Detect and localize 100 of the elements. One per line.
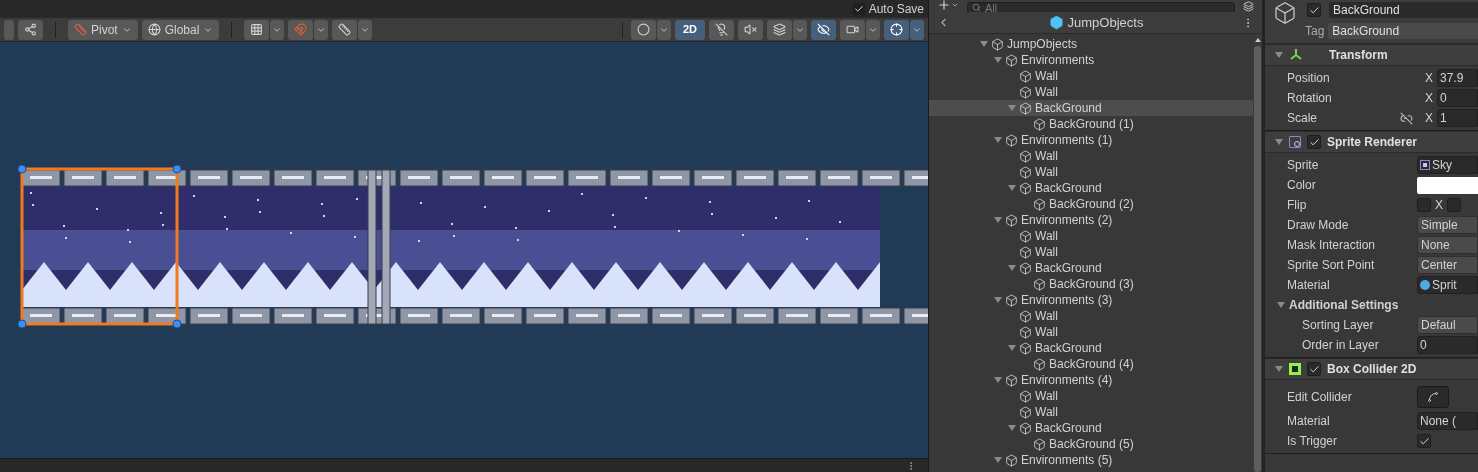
grid-button[interactable] xyxy=(244,19,270,40)
camera-toggle[interactable] xyxy=(840,19,865,40)
expanded-arrow-icon[interactable] xyxy=(994,217,1002,223)
search-icon xyxy=(972,3,981,12)
value-field[interactable]: 1 xyxy=(1437,109,1478,127)
effects-toggle[interactable] xyxy=(767,19,792,40)
hierarchy-row[interactable]: BackGround xyxy=(929,340,1253,356)
cube-icon xyxy=(1033,117,1046,131)
hierarchy-row[interactable]: Wall xyxy=(929,68,1253,84)
hierarchy-row[interactable]: Environments (4) xyxy=(929,372,1253,388)
hierarchy-row[interactable]: Wall xyxy=(929,148,1253,164)
shading-button[interactable] xyxy=(630,19,656,40)
hierarchy-row[interactable]: Environments (1) xyxy=(929,132,1253,148)
hierarchy-row[interactable]: Wall xyxy=(929,404,1253,420)
ruler-icon xyxy=(338,23,352,36)
hierarchy-row[interactable]: Wall xyxy=(929,324,1253,340)
gizmos-toggle[interactable] xyxy=(884,19,909,40)
hierarchy-row[interactable]: Environments (3) xyxy=(929,292,1253,308)
audio-toggle[interactable] xyxy=(738,19,763,40)
visibility-toggle[interactable] xyxy=(811,19,836,40)
object-field[interactable]: None ( xyxy=(1417,412,1478,430)
component-header[interactable]: Transform xyxy=(1265,44,1478,66)
checkbox[interactable] xyxy=(1417,198,1431,212)
checkbox[interactable] xyxy=(852,3,865,15)
expanded-arrow-icon[interactable] xyxy=(1277,302,1285,308)
cube-icon xyxy=(1019,389,1032,403)
hierarchy-row[interactable]: BackGround xyxy=(929,100,1253,116)
checkbox[interactable] xyxy=(1417,434,1431,448)
scene-canvas[interactable] xyxy=(0,42,928,458)
expanded-arrow-icon[interactable] xyxy=(994,57,1002,63)
checkbox[interactable] xyxy=(1307,362,1321,376)
box-collider-icon xyxy=(1289,363,1301,375)
expanded-arrow-icon[interactable] xyxy=(1008,425,1016,431)
name-field[interactable]: BackGround xyxy=(1329,2,1478,18)
expanded-arrow-icon[interactable] xyxy=(1008,345,1016,351)
object-field[interactable]: Sky xyxy=(1417,156,1478,174)
hierarchy-row[interactable]: BackGround xyxy=(929,260,1253,276)
expanded-arrow-icon[interactable] xyxy=(994,457,1002,463)
hierarchy-row[interactable]: Wall xyxy=(929,244,1253,260)
property-label: Is Trigger xyxy=(1287,433,1337,450)
hierarchy-row[interactable]: Environments (2) xyxy=(929,212,1253,228)
checkbox[interactable] xyxy=(1447,198,1461,212)
expanded-arrow-icon[interactable] xyxy=(980,41,988,47)
expanded-arrow-icon[interactable] xyxy=(994,137,1002,143)
add-icon[interactable] xyxy=(937,0,951,12)
expanded-arrow-icon[interactable] xyxy=(1008,185,1016,191)
expanded-arrow-icon[interactable] xyxy=(1275,366,1283,372)
node-tool-button[interactable] xyxy=(18,19,43,40)
hierarchy-row[interactable]: BackGround (5) xyxy=(929,436,1253,452)
dropdown-field[interactable]: Center xyxy=(1417,256,1478,274)
hierarchy-row[interactable]: BackGround (4) xyxy=(929,356,1253,372)
tag-dropdown[interactable]: BackGround xyxy=(1328,23,1478,39)
lighting-toggle[interactable] xyxy=(709,19,734,40)
unlink-icon[interactable] xyxy=(1400,111,1413,125)
edit-collider-button[interactable] xyxy=(1417,385,1449,408)
dropdown-field[interactable]: Defaul xyxy=(1417,316,1478,334)
component-header[interactable]: Sprite Renderer xyxy=(1265,131,1478,153)
checkbox[interactable] xyxy=(1307,3,1321,17)
expanded-arrow-icon[interactable] xyxy=(994,377,1002,383)
dropdown-field[interactable]: Simple xyxy=(1417,216,1478,234)
expanded-arrow-icon[interactable] xyxy=(1008,105,1016,111)
expanded-arrow-icon[interactable] xyxy=(1275,52,1283,58)
number-field[interactable]: 0 xyxy=(1417,336,1478,354)
hierarchy-row[interactable]: Wall xyxy=(929,228,1253,244)
snap-button[interactable] xyxy=(288,19,314,40)
selection-outline[interactable] xyxy=(17,164,182,329)
expanded-arrow-icon[interactable] xyxy=(994,297,1002,303)
object-name: Wall xyxy=(1035,308,1058,325)
2d-toggle[interactable]: 2D xyxy=(674,19,705,40)
hierarchy-row[interactable]: Wall xyxy=(929,164,1253,180)
hierarchy-row[interactable]: Environments (5) xyxy=(929,452,1253,468)
hierarchy-row[interactable]: BackGround xyxy=(929,420,1253,436)
hierarchy-row[interactable]: BackGround (2) xyxy=(929,196,1253,212)
object-name: BackGround xyxy=(1035,340,1102,357)
object-name: BackGround (3) xyxy=(1049,276,1134,293)
value-field[interactable]: 0 xyxy=(1437,89,1478,107)
hierarchy-row[interactable]: BackGround (1) xyxy=(929,116,1253,132)
hierarchy-row[interactable]: JumpObjects xyxy=(929,36,1253,52)
hierarchy-row[interactable]: Wall xyxy=(929,84,1253,100)
component-header[interactable]: Box Collider 2D xyxy=(1265,358,1478,380)
expanded-arrow-icon[interactable] xyxy=(1008,265,1016,271)
global-dropdown[interactable]: Global xyxy=(141,19,220,40)
layers-icon[interactable] xyxy=(1243,1,1254,12)
cube-icon xyxy=(1033,437,1046,451)
hierarchy-row[interactable]: Wall xyxy=(929,388,1253,404)
dropdown-field[interactable]: None xyxy=(1417,236,1478,254)
dropdown-button[interactable] xyxy=(314,19,329,40)
hierarchy-row[interactable]: BackGround (3) xyxy=(929,276,1253,292)
object-field[interactable]: Sprit xyxy=(1417,276,1478,294)
hierarchy-row[interactable]: BackGround xyxy=(929,180,1253,196)
expanded-arrow-icon[interactable] xyxy=(1275,139,1283,145)
pivot-dropdown[interactable]: Pivot xyxy=(68,19,138,40)
hierarchy-row[interactable]: Environments xyxy=(929,52,1253,68)
color-swatch[interactable] xyxy=(1417,176,1478,194)
hierarchy-row[interactable]: Wall xyxy=(929,308,1253,324)
object-name: JumpObjects xyxy=(1007,36,1078,53)
checkbox[interactable] xyxy=(1307,135,1321,149)
caret-icon xyxy=(951,1,959,9)
value-field[interactable]: 37.9 xyxy=(1437,69,1478,87)
increment-button[interactable] xyxy=(332,19,358,40)
